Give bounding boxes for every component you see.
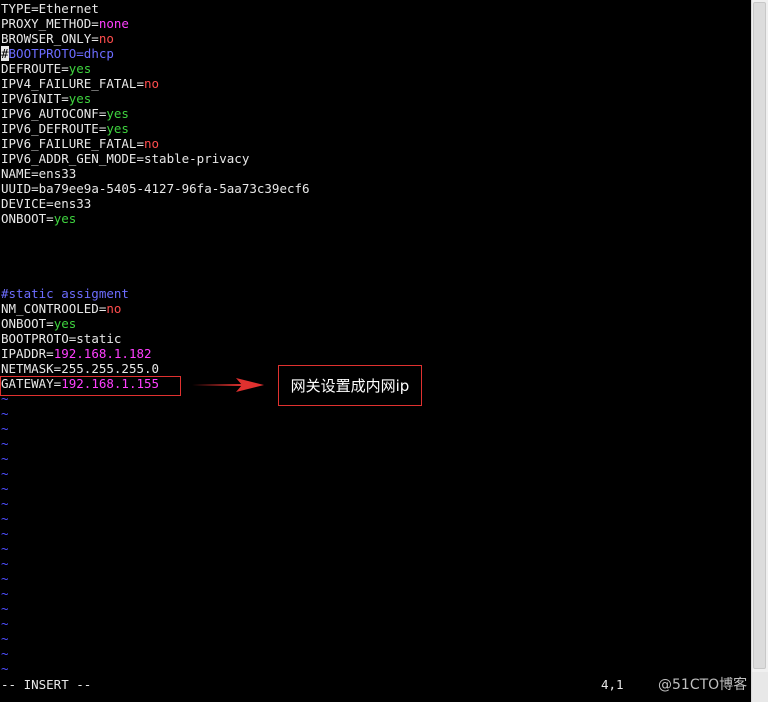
empty-line-tilde: ~ xyxy=(1,631,9,646)
scrollbar[interactable] xyxy=(751,0,768,702)
config-value: none xyxy=(98,16,129,31)
empty-line-tilde: ~ xyxy=(1,556,9,571)
config-value: ens33 xyxy=(38,166,77,181)
config-value: dhcp xyxy=(83,46,114,61)
empty-line-tilde: ~ xyxy=(1,436,9,451)
gateway-highlight-box xyxy=(0,376,181,396)
code-line[interactable]: NAME=ens33 xyxy=(1,166,76,181)
code-line[interactable]: IPV4_FAILURE_FATAL=no xyxy=(1,76,159,91)
config-value: yes xyxy=(53,316,77,331)
code-line[interactable]: NETMASK=255.255.255.0 xyxy=(1,361,159,376)
vim-editor[interactable]: TYPE=Ethernet PROXY_METHOD=none BROWSER_ON… xyxy=(0,0,752,702)
empty-line-tilde: ~ xyxy=(1,406,9,421)
config-value: 255.255.255.0 xyxy=(61,361,160,376)
code-line[interactable]: BROWSER_ONLY=no xyxy=(1,31,114,46)
config-key: BOOTPROTO= xyxy=(1,331,77,346)
code-line[interactable]: IPV6INIT=yes xyxy=(1,91,91,106)
code-line[interactable]: PROXY_METHOD=none xyxy=(1,16,129,31)
empty-line-tilde: ~ xyxy=(1,466,9,481)
code-line[interactable]: DEFROUTE=yes xyxy=(1,61,91,76)
empty-line-tilde: ~ xyxy=(1,661,9,676)
config-key: IPV4_FAILURE_FATAL= xyxy=(1,76,144,91)
code-line[interactable]: #static assigment xyxy=(1,286,129,301)
code-line[interactable]: NM_CONTROOLED=no xyxy=(1,301,121,316)
empty-line-tilde: ~ xyxy=(1,571,9,586)
empty-line-tilde: ~ xyxy=(1,586,9,601)
code-line[interactable]: IPV6_AUTOCONF=yes xyxy=(1,106,129,121)
config-key: NM_CONTROOLED= xyxy=(1,301,107,316)
config-key: IPV6_FAILURE_FATAL= xyxy=(1,136,144,151)
code-line[interactable]: ONBOOT=yes xyxy=(1,316,76,331)
code-line[interactable]: ONBOOT=yes xyxy=(1,211,76,226)
annotation-text: 网关设置成内网ip xyxy=(290,377,410,395)
arrow-icon xyxy=(192,378,264,392)
config-value: no xyxy=(98,31,114,46)
text-cursor: # xyxy=(1,46,9,61)
config-value: yes xyxy=(106,121,129,136)
code-line[interactable]: #BOOTPROTO=dhcp xyxy=(1,46,114,61)
empty-line-tilde: ~ xyxy=(1,451,9,466)
arrow-shaft xyxy=(192,384,242,386)
config-value: yes xyxy=(68,91,92,106)
code-line[interactable]: IPV6_ADDR_GEN_MODE=stable-privacy xyxy=(1,151,249,166)
code-line[interactable]: DEVICE=ens33 xyxy=(1,196,91,211)
config-key: ONBOOT= xyxy=(1,211,54,226)
annotation-callout: 网关设置成内网ip xyxy=(278,365,422,406)
config-key: UUID= xyxy=(1,181,39,196)
config-key: IPV6INIT= xyxy=(1,91,69,106)
code-line[interactable]: IPADDR=192.168.1.182 xyxy=(1,346,152,361)
config-key: IPV6_ADDR_GEN_MODE= xyxy=(1,151,144,166)
window-corner xyxy=(752,672,768,702)
config-key: BOOTPROTO= xyxy=(8,46,84,61)
config-value: yes xyxy=(53,211,77,226)
config-key: DEVICE= xyxy=(1,196,54,211)
config-value: ba79ee9a-5405-4127-96fa-5aa73c39ecf6 xyxy=(38,181,310,196)
config-key: IPV6_AUTOCONF= xyxy=(1,106,107,121)
config-value: yes xyxy=(106,106,129,121)
config-value: no xyxy=(144,136,160,151)
config-key: TYPE= xyxy=(1,1,39,16)
code-line[interactable]: BOOTPROTO=static xyxy=(1,331,121,346)
code-line[interactable]: UUID=ba79ee9a-5405-4127-96fa-5aa73c39ecf… xyxy=(1,181,310,196)
config-value: Ethernet xyxy=(38,1,99,16)
empty-line-tilde: ~ xyxy=(1,526,9,541)
config-key: IPV6_DEFROUTE= xyxy=(1,121,107,136)
mode-indicator: -- INSERT -- xyxy=(1,677,92,692)
config-value: no xyxy=(106,301,122,316)
empty-line-tilde: ~ xyxy=(1,616,9,631)
empty-line-tilde: ~ xyxy=(1,601,9,616)
empty-line-tilde: ~ xyxy=(1,646,9,661)
empty-line-tilde: ~ xyxy=(1,511,9,526)
config-key: BROWSER_ONLY= xyxy=(1,31,99,46)
config-value: yes xyxy=(68,61,92,76)
scroll-thumb[interactable] xyxy=(753,2,766,669)
empty-line-tilde: ~ xyxy=(1,481,9,496)
cursor-position: 4,1 xyxy=(601,677,624,692)
watermark: @51CTO博客 xyxy=(658,677,748,693)
config-value: no xyxy=(144,76,160,91)
config-value: 192.168.1.182 xyxy=(53,346,152,361)
empty-line-tilde: ~ xyxy=(1,496,9,511)
config-key: IPADDR= xyxy=(1,346,54,361)
code-line[interactable]: IPV6_DEFROUTE=yes xyxy=(1,121,129,136)
config-key: ONBOOT= xyxy=(1,316,54,331)
config-value: ens33 xyxy=(53,196,92,211)
config-key: PROXY_METHOD= xyxy=(1,16,99,31)
config-key: DEFROUTE= xyxy=(1,61,69,76)
config-key: NAME= xyxy=(1,166,39,181)
code-line[interactable]: TYPE=Ethernet xyxy=(1,1,99,16)
empty-line-tilde: ~ xyxy=(1,541,9,556)
code-line[interactable]: IPV6_FAILURE_FATAL=no xyxy=(1,136,159,151)
config-value: stable-privacy xyxy=(144,151,250,166)
config-value: static xyxy=(76,331,122,346)
empty-line-tilde: ~ xyxy=(1,421,9,436)
config-key: NETMASK= xyxy=(1,361,62,376)
config-value: #static assigment xyxy=(1,286,129,301)
